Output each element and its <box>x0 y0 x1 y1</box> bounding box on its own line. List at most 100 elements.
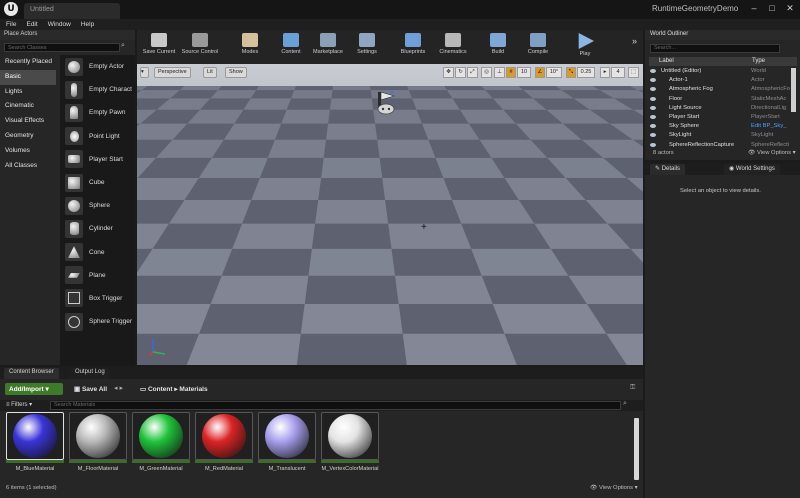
visibility-eye-icon[interactable] <box>650 78 656 83</box>
maximize-button[interactable]: □ <box>764 2 780 14</box>
camera-speed-icon[interactable]: ▸ <box>600 67 610 78</box>
category-visual-effects[interactable]: Visual Effects <box>0 114 56 129</box>
surface-snap-icon[interactable]: ⊥ <box>494 67 505 78</box>
search-materials-input[interactable]: Search Materials <box>50 401 621 410</box>
outliner-row[interactable]: SphereReflectionCapture SphereReflecti <box>649 141 797 150</box>
toolbar-source-control-button[interactable]: Source Control <box>180 32 220 62</box>
menu-window[interactable]: Window <box>48 21 71 28</box>
category-cinematic[interactable]: Cinematic <box>0 99 56 114</box>
actor-item-point-light[interactable]: Point Light <box>60 125 135 148</box>
actor-item-empty-pawn[interactable]: Empty Pawn <box>60 101 135 124</box>
actor-item-sphere[interactable]: Sphere <box>60 194 135 217</box>
asset-tile[interactable]: M_BlueMaterial <box>6 412 64 479</box>
category-volumes[interactable]: Volumes <box>0 144 56 159</box>
breadcrumb-materials[interactable]: Materials <box>179 386 207 393</box>
add-import-button[interactable]: Add/Import ▾ <box>5 383 63 395</box>
rotate-tool-icon[interactable]: ↻ <box>455 67 466 78</box>
translate-tool-icon[interactable]: ✥ <box>443 67 454 78</box>
grid-snap-value[interactable]: 10 <box>517 67 531 78</box>
scale-snap-value[interactable]: 0.25 <box>577 67 595 78</box>
edit-blueprint-link[interactable]: Edit BP_Sky_ <box>751 122 791 131</box>
visibility-eye-icon[interactable] <box>650 105 656 110</box>
toolbar-content-button[interactable]: Content <box>271 32 311 62</box>
category-geometry[interactable]: Geometry <box>0 129 56 144</box>
outliner-row[interactable]: SkyLight SkyLight <box>649 131 797 140</box>
toolbar-settings-button[interactable]: Settings <box>347 32 387 62</box>
close-button[interactable]: ✕ <box>782 2 798 14</box>
outliner-view-options-button[interactable]: 👁 View Options ▾ <box>748 150 796 156</box>
history-nav[interactable]: ◂ ▸ <box>114 384 123 392</box>
player-start-gizmo-icon[interactable] <box>370 88 400 118</box>
toolbar-play-button[interactable]: Play <box>565 32 605 62</box>
actor-item-plane[interactable]: Plane <box>60 264 135 287</box>
outliner-row[interactable]: Actor-1 Actor <box>649 76 797 85</box>
asset-tile[interactable]: M_RedMaterial <box>195 412 253 479</box>
toolbar-save-current-button[interactable]: Save Current <box>139 32 179 62</box>
actor-item-box-trigger[interactable]: Box Trigger <box>60 287 135 310</box>
search-classes-input[interactable]: Search Classes <box>4 43 120 52</box>
menu-file[interactable]: File <box>6 21 16 28</box>
visibility-eye-icon[interactable] <box>650 115 656 119</box>
camera-speed-value[interactable]: 4 <box>611 67 625 78</box>
visibility-eye-icon[interactable] <box>650 133 656 138</box>
toolbar-blueprints-button[interactable]: Blueprints <box>393 32 433 62</box>
toolbar-overflow-icon[interactable]: » <box>632 36 637 46</box>
save-all-button[interactable]: ▣ Save All <box>70 383 111 395</box>
maximize-viewport-icon[interactable]: ⬚ <box>628 67 639 78</box>
menu-edit[interactable]: Edit <box>26 21 37 28</box>
tab-output-log[interactable]: Output Log <box>70 368 110 379</box>
visibility-eye-icon[interactable] <box>650 142 656 147</box>
actor-item-cone[interactable]: Cone <box>60 241 135 264</box>
rotation-snap-value[interactable]: 10° <box>546 67 562 78</box>
tab-world-settings[interactable]: ◉ World Settings <box>724 164 780 175</box>
visibility-eye-icon[interactable] <box>650 96 656 101</box>
toolbar-build-button[interactable]: Build <box>478 32 518 62</box>
outliner-row[interactable]: Floor StaticMeshAc <box>649 95 797 104</box>
column-label[interactable]: Label <box>659 58 674 64</box>
asset-tile[interactable]: M_Translucent <box>258 412 316 479</box>
asset-tile[interactable]: M_GreenMaterial <box>132 412 190 479</box>
level-viewport[interactable]: + ▾ Perspective Lit Show ✥ ↻ ⤢ ◎ ⊥ # 10 … <box>137 64 643 365</box>
actor-item-empty-character[interactable]: Empty Charact <box>60 78 135 101</box>
search-icon[interactable]: ⌕ <box>623 400 627 408</box>
category-basic[interactable]: Basic <box>0 69 56 85</box>
filters-button[interactable]: ≡ Filters ▾ <box>6 401 32 408</box>
viewport-options-button[interactable]: ▾ <box>140 67 149 78</box>
outliner-row[interactable]: Player Start PlayerStart <box>649 113 797 122</box>
tab-content-browser[interactable]: Content Browser <box>4 368 59 379</box>
category-recently-placed[interactable]: Recently Placed <box>0 55 56 70</box>
asset-tile[interactable]: M_FloorMaterial <box>69 412 127 479</box>
toolbar-modes-button[interactable]: Modes <box>230 32 270 62</box>
outliner-search-input[interactable]: Search... <box>650 44 780 53</box>
toolbar-cinematics-button[interactable]: Cinematics <box>433 32 473 62</box>
visibility-eye-icon[interactable] <box>650 69 656 73</box>
actor-item-empty-actor[interactable]: Empty Actor <box>60 55 135 78</box>
rotation-snap-icon[interactable]: ∠ <box>535 67 545 78</box>
category-lights[interactable]: Lights <box>0 85 56 100</box>
outliner-row[interactable]: Untitled (Editor) World <box>649 67 797 76</box>
menu-help[interactable]: Help <box>81 21 94 28</box>
toolbar-compile-button[interactable]: Compile <box>518 32 558 62</box>
visibility-eye-icon[interactable] <box>650 87 656 92</box>
outliner-row[interactable]: Atmospheric Fog AtmosphericFo <box>649 85 797 94</box>
asset-tile[interactable]: M_VertexColorMaterial <box>321 412 379 479</box>
content-browser-scrollbar[interactable] <box>634 418 639 480</box>
breadcrumb-content[interactable]: Content <box>148 386 173 393</box>
scale-snap-icon[interactable]: ⤡ <box>566 67 576 78</box>
lock-icon[interactable]: ⚿ <box>630 384 640 394</box>
toolbar-marketplace-button[interactable]: Marketplace <box>308 32 348 62</box>
outliner-row[interactable]: Sky Sphere Edit BP_Sky_ <box>649 122 797 131</box>
actor-item-cylinder[interactable]: Cylinder <box>60 217 135 240</box>
outliner-row[interactable]: Light Source DirectionalLig <box>649 104 797 113</box>
document-tab[interactable]: Untitled <box>24 3 120 19</box>
show-button[interactable]: Show <box>225 67 247 78</box>
view-options-button[interactable]: 👁 View Options ▾ <box>590 485 638 491</box>
perspective-button[interactable]: Perspective <box>154 67 191 78</box>
column-type[interactable]: Type <box>752 58 765 64</box>
actor-item-sphere-trigger[interactable]: Sphere Trigger <box>60 310 135 333</box>
category-all-classes[interactable]: All Classes <box>0 159 56 174</box>
outliner-scrollbar[interactable] <box>791 68 796 112</box>
scale-tool-icon[interactable]: ⤢ <box>467 67 478 78</box>
world-space-icon[interactable]: ◎ <box>481 67 492 78</box>
actor-item-cube[interactable]: Cube <box>60 171 135 194</box>
